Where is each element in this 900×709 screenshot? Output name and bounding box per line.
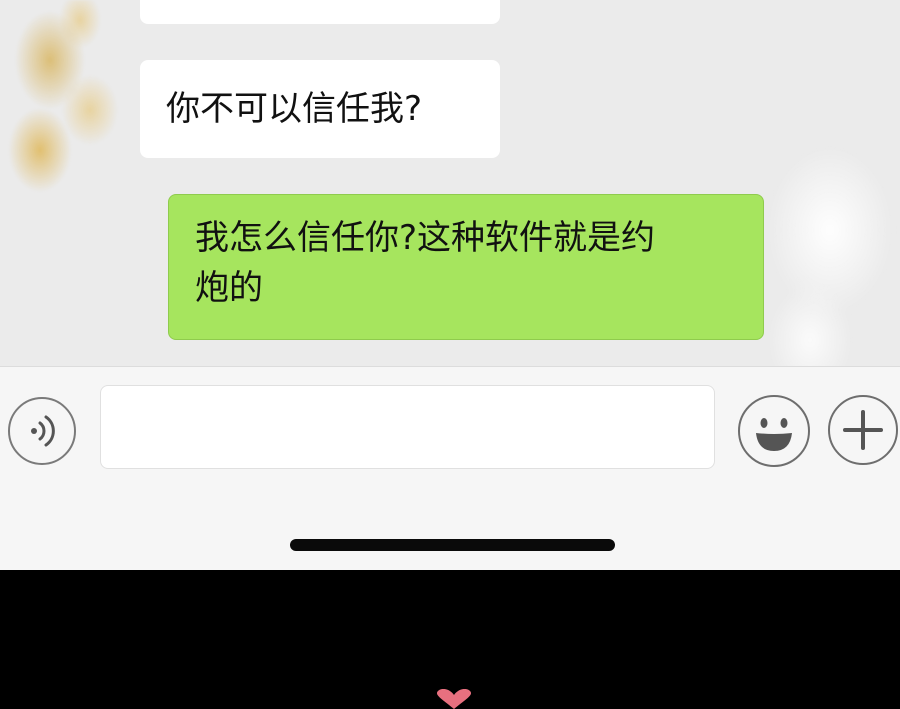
home-indicator[interactable] xyxy=(290,539,615,551)
message-list[interactable]: 你不可以信任我? 我怎么信任你?这种软件就是约 炮的 xyxy=(0,0,900,410)
message-bubble-outgoing[interactable]: 我怎么信任你?这种软件就是约 炮的 xyxy=(168,194,764,340)
plus-icon xyxy=(843,410,883,450)
emoji-button[interactable] xyxy=(738,395,810,467)
decorative-gold-smudge xyxy=(0,0,140,220)
message-text-line-2: 炮的 xyxy=(195,268,263,308)
message-text: 你不可以信任我? xyxy=(166,89,423,129)
input-toolbar xyxy=(0,366,900,570)
heart-icon xyxy=(432,689,476,709)
voice-icon xyxy=(31,415,55,447)
voice-button[interactable] xyxy=(8,397,76,465)
chat-screen: 你不可以信任我? 我怎么信任你?这种软件就是约 炮的 xyxy=(0,0,900,570)
message-bubble-incoming[interactable]: 你不可以信任我? xyxy=(140,60,500,158)
message-bubble-partial xyxy=(140,0,500,24)
message-text-line-1: 我怎么信任你?这种软件就是约 xyxy=(195,218,656,258)
emoji-icon xyxy=(756,418,792,451)
more-button[interactable] xyxy=(828,395,898,465)
message-input[interactable] xyxy=(100,385,715,469)
video-letterbox xyxy=(0,570,900,709)
